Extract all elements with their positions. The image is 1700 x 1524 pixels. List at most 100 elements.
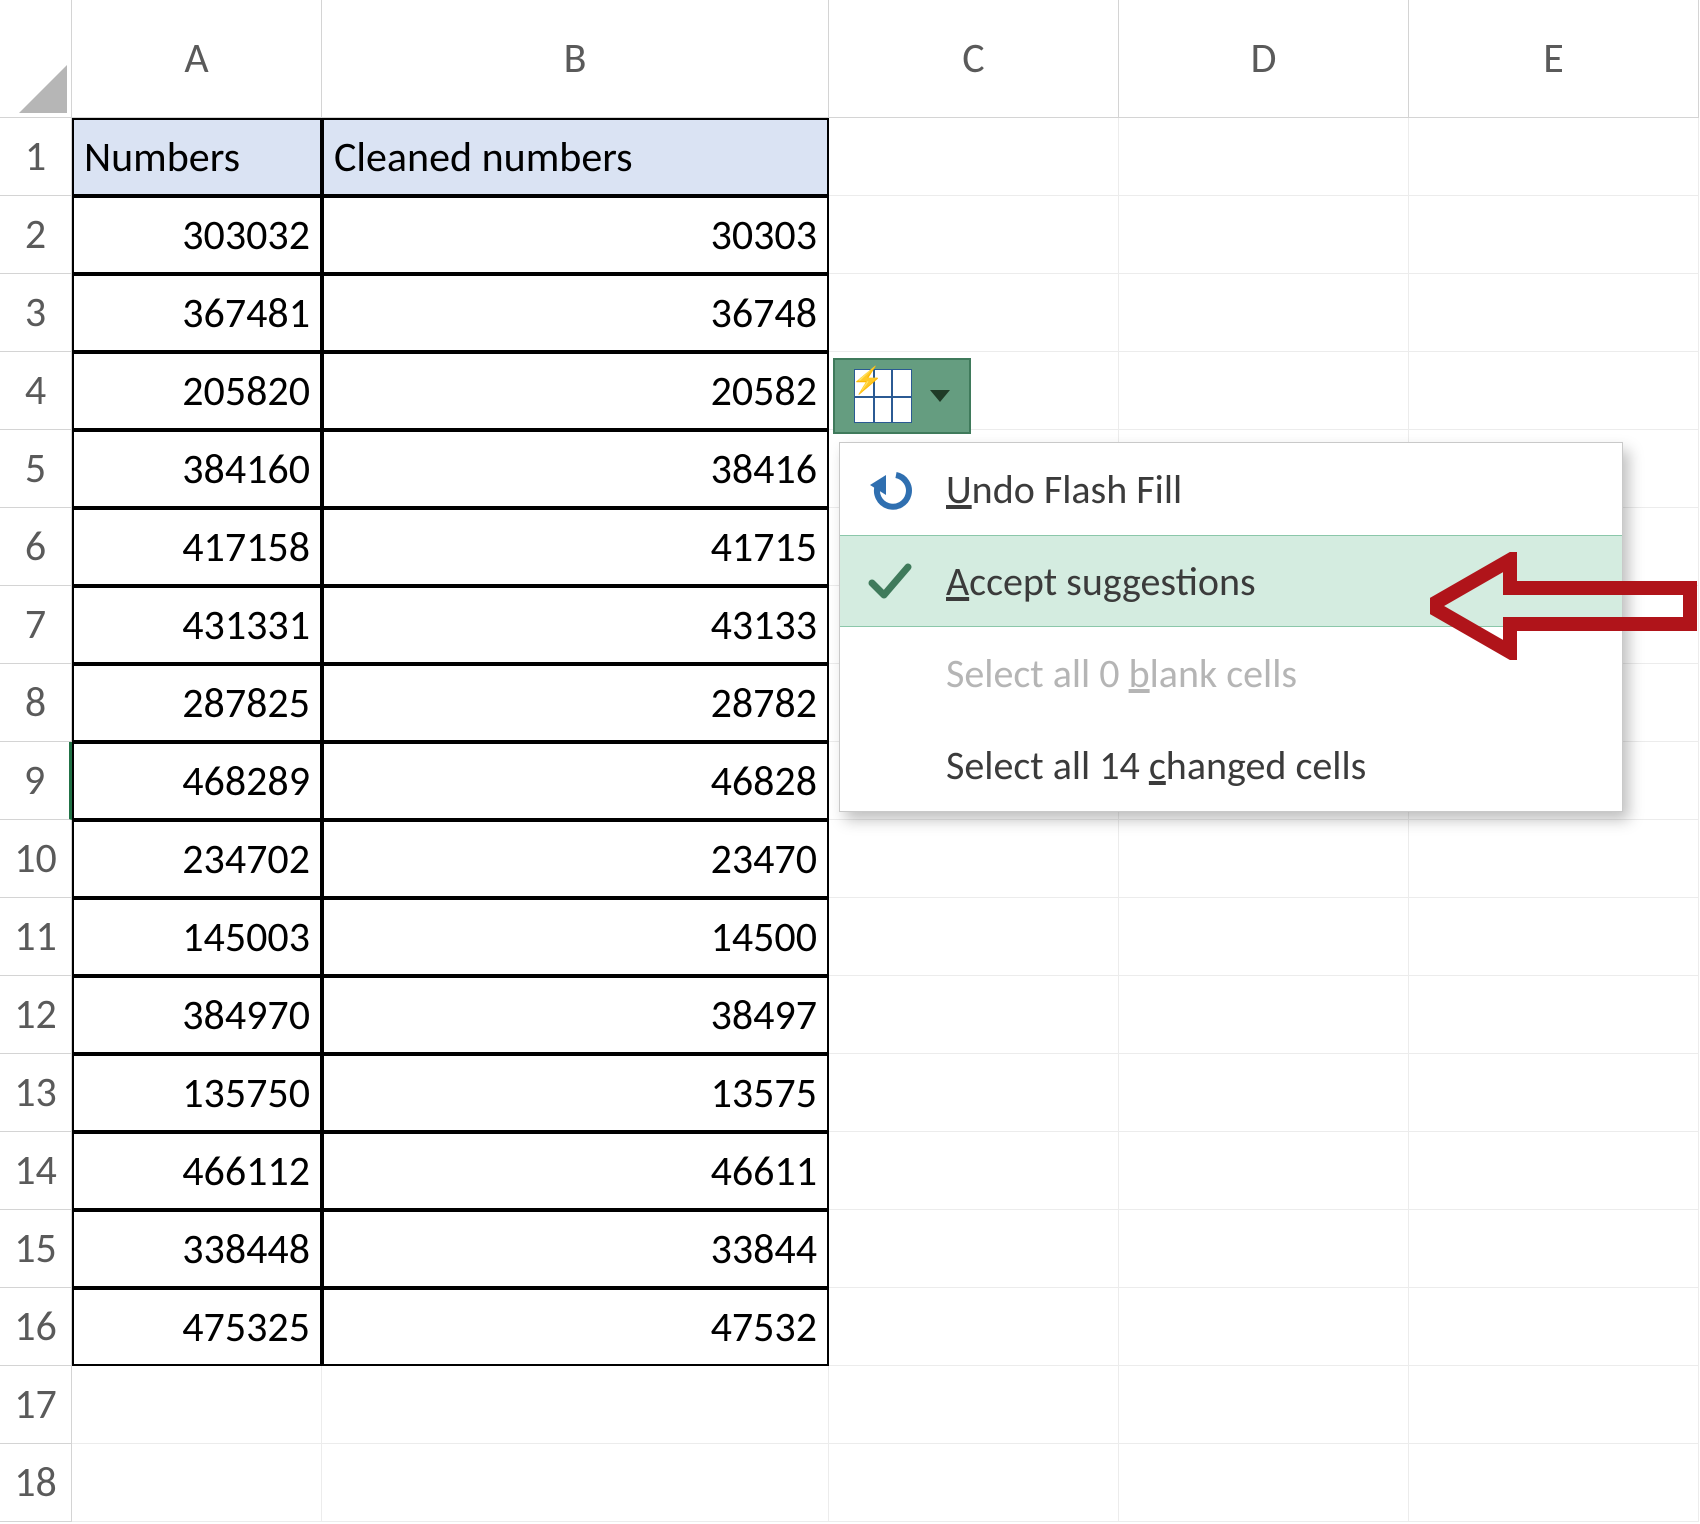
row-header-11[interactable]: 11 <box>0 898 72 976</box>
cell-A16[interactable]: 475325 <box>72 1288 322 1366</box>
row-header-8[interactable]: 8 <box>0 664 72 742</box>
cell-D14[interactable] <box>1119 1132 1409 1210</box>
row-header-12[interactable]: 12 <box>0 976 72 1054</box>
cell-B11[interactable]: 14500 <box>322 898 829 976</box>
cell-E2[interactable] <box>1409 196 1699 274</box>
cell-C15[interactable] <box>829 1210 1119 1288</box>
cell-B4[interactable]: 20582 <box>322 352 829 430</box>
row-header-18[interactable]: 18 <box>0 1444 72 1522</box>
column-header-D[interactable]: D <box>1119 0 1409 118</box>
cell-B15[interactable]: 33844 <box>322 1210 829 1288</box>
cell-A9[interactable]: 468289 <box>72 742 322 820</box>
cell-B13[interactable]: 13575 <box>322 1054 829 1132</box>
cell-C16[interactable] <box>829 1288 1119 1366</box>
column-header-C[interactable]: C <box>829 0 1119 118</box>
row-header-7[interactable]: 7 <box>0 586 72 664</box>
cell-B5[interactable]: 38416 <box>322 430 829 508</box>
cell-D16[interactable] <box>1119 1288 1409 1366</box>
cell-A18[interactable] <box>72 1444 322 1522</box>
cell-A2[interactable]: 303032 <box>72 196 322 274</box>
cell-A7[interactable]: 431331 <box>72 586 322 664</box>
cell-D4[interactable] <box>1119 352 1409 430</box>
cell-D11[interactable] <box>1119 898 1409 976</box>
cell-D13[interactable] <box>1119 1054 1409 1132</box>
cell-B17[interactable] <box>322 1366 829 1444</box>
cell-B6[interactable]: 41715 <box>322 508 829 586</box>
column-header-E[interactable]: E <box>1409 0 1699 118</box>
cell-D18[interactable] <box>1119 1444 1409 1522</box>
cell-A5[interactable]: 384160 <box>72 430 322 508</box>
row-header-6[interactable]: 6 <box>0 508 72 586</box>
cell-B14[interactable]: 46611 <box>322 1132 829 1210</box>
cell-C13[interactable] <box>829 1054 1119 1132</box>
menu-item-undo[interactable]: Undo Flash Fill <box>840 443 1622 535</box>
cell-E1[interactable] <box>1409 118 1699 196</box>
row-header-16[interactable]: 16 <box>0 1288 72 1366</box>
cell-E10[interactable] <box>1409 820 1699 898</box>
row-header-17[interactable]: 17 <box>0 1366 72 1444</box>
cell-C17[interactable] <box>829 1366 1119 1444</box>
cell-D10[interactable] <box>1119 820 1409 898</box>
cell-A8[interactable]: 287825 <box>72 664 322 742</box>
cell-D2[interactable] <box>1119 196 1409 274</box>
cell-B10[interactable]: 23470 <box>322 820 829 898</box>
cell-E12[interactable] <box>1409 976 1699 1054</box>
cell-E17[interactable] <box>1409 1366 1699 1444</box>
cell-C1[interactable] <box>829 118 1119 196</box>
cell-C3[interactable] <box>829 274 1119 352</box>
cell-A12[interactable]: 384970 <box>72 976 322 1054</box>
cell-A17[interactable] <box>72 1366 322 1444</box>
column-header-B[interactable]: B <box>322 0 829 118</box>
cell-A1[interactable]: Numbers <box>72 118 322 196</box>
cell-C2[interactable] <box>829 196 1119 274</box>
cell-A14[interactable]: 466112 <box>72 1132 322 1210</box>
cell-D3[interactable] <box>1119 274 1409 352</box>
cell-B16[interactable]: 47532 <box>322 1288 829 1366</box>
menu-item-changed[interactable]: Select all 14 changed cells <box>840 719 1622 811</box>
cell-E16[interactable] <box>1409 1288 1699 1366</box>
row-header-15[interactable]: 15 <box>0 1210 72 1288</box>
flash-fill-smart-tag[interactable]: ⚡ <box>833 358 971 434</box>
row-header-13[interactable]: 13 <box>0 1054 72 1132</box>
cell-B3[interactable]: 36748 <box>322 274 829 352</box>
cell-B2[interactable]: 30303 <box>322 196 829 274</box>
cell-C12[interactable] <box>829 976 1119 1054</box>
row-header-14[interactable]: 14 <box>0 1132 72 1210</box>
cell-A6[interactable]: 417158 <box>72 508 322 586</box>
cell-B12[interactable]: 38497 <box>322 976 829 1054</box>
cell-B9[interactable]: 46828 <box>322 742 829 820</box>
cell-B7[interactable]: 43133 <box>322 586 829 664</box>
cell-C10[interactable] <box>829 820 1119 898</box>
cell-C18[interactable] <box>829 1444 1119 1522</box>
cell-E14[interactable] <box>1409 1132 1699 1210</box>
cell-E11[interactable] <box>1409 898 1699 976</box>
cell-E15[interactable] <box>1409 1210 1699 1288</box>
cell-D12[interactable] <box>1119 976 1409 1054</box>
cell-D15[interactable] <box>1119 1210 1409 1288</box>
cell-A11[interactable]: 145003 <box>72 898 322 976</box>
cell-E4[interactable] <box>1409 352 1699 430</box>
cell-B1[interactable]: Cleaned numbers <box>322 118 829 196</box>
row-header-1[interactable]: 1 <box>0 118 72 196</box>
cell-B8[interactable]: 28782 <box>322 664 829 742</box>
cell-E13[interactable] <box>1409 1054 1699 1132</box>
cell-A10[interactable]: 234702 <box>72 820 322 898</box>
cell-E18[interactable] <box>1409 1444 1699 1522</box>
cell-D17[interactable] <box>1119 1366 1409 1444</box>
row-header-2[interactable]: 2 <box>0 196 72 274</box>
cell-A4[interactable]: 205820 <box>72 352 322 430</box>
cell-C14[interactable] <box>829 1132 1119 1210</box>
row-header-10[interactable]: 10 <box>0 820 72 898</box>
column-header-A[interactable]: A <box>72 0 322 118</box>
cell-C11[interactable] <box>829 898 1119 976</box>
cell-E3[interactable] <box>1409 274 1699 352</box>
row-header-3[interactable]: 3 <box>0 274 72 352</box>
cell-A15[interactable]: 338448 <box>72 1210 322 1288</box>
row-header-5[interactable]: 5 <box>0 430 72 508</box>
row-header-4[interactable]: 4 <box>0 352 72 430</box>
select-all-corner[interactable] <box>0 0 72 118</box>
menu-item-accept[interactable]: Accept suggestions <box>840 535 1622 627</box>
cell-A13[interactable]: 135750 <box>72 1054 322 1132</box>
cell-D1[interactable] <box>1119 118 1409 196</box>
row-header-9[interactable]: 9 <box>0 742 72 820</box>
